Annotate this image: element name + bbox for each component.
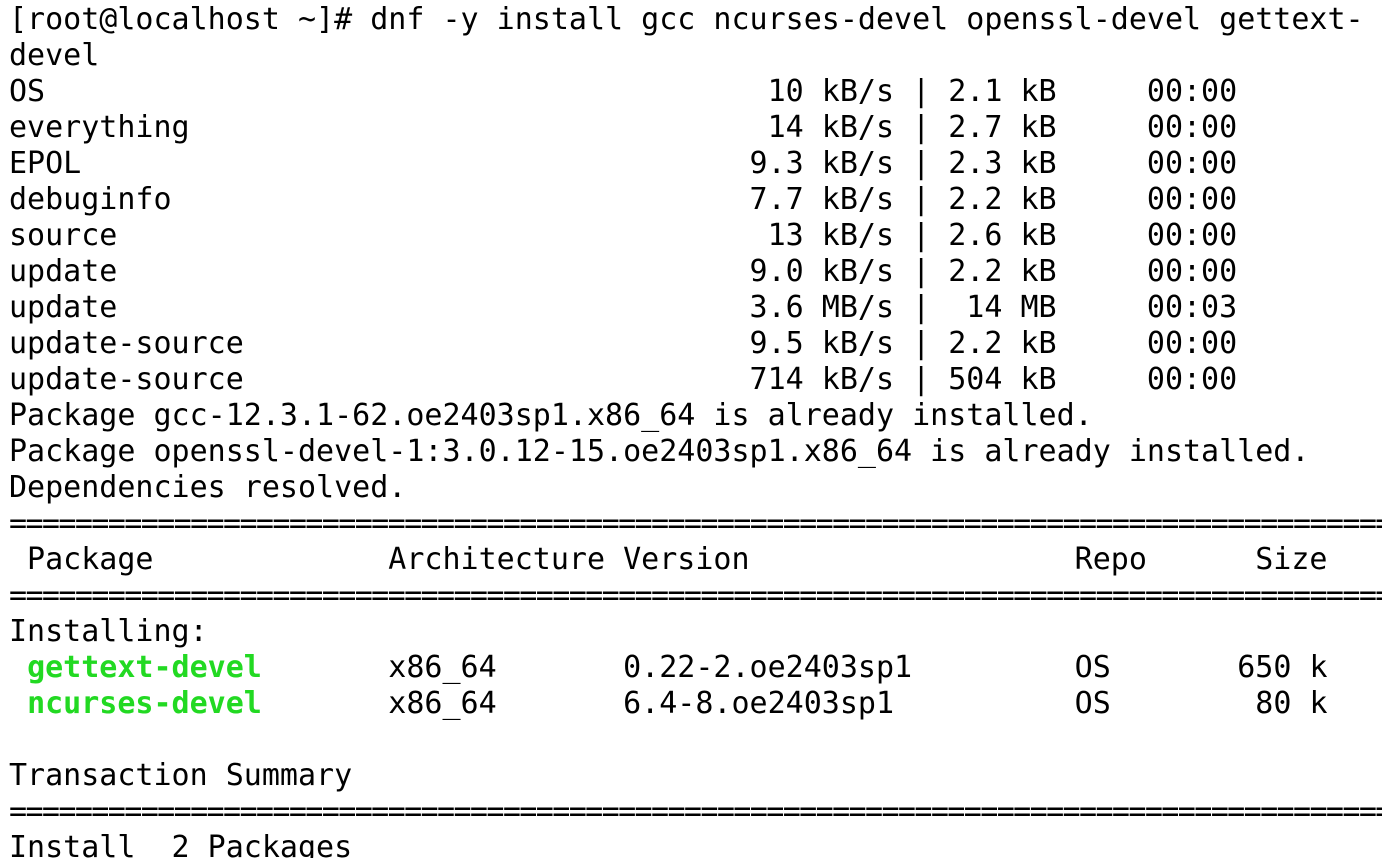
separator-line: ========================================… <box>9 578 1382 613</box>
package-name: ncurses-devel <box>27 686 262 721</box>
package-details: x86_64 0.22-2.oe2403sp1 OS 650 k <box>261 650 1328 685</box>
separator-line: ========================================… <box>9 794 1382 829</box>
repo-line: update-source 9.5 kB/s | 2.2 kB 00:00 <box>9 326 1238 361</box>
installing-label: Installing: <box>9 614 208 649</box>
repo-line: OS 10 kB/s | 2.1 kB 00:00 <box>9 74 1238 109</box>
terminal-window[interactable]: [root@localhost ~]# dnf -y install gcc n… <box>0 0 1382 858</box>
command-line: [root@localhost ~]# dnf -y install gcc n… <box>9 2 1382 38</box>
repo-line: update-source 714 kB/s | 504 kB 00:00 <box>9 362 1238 397</box>
repo-line: source 13 kB/s | 2.6 kB 00:00 <box>9 218 1238 253</box>
repo-line: EPOL 9.3 kB/s | 2.3 kB 00:00 <box>9 146 1238 181</box>
message-dependencies-resolved: Dependencies resolved. <box>9 470 407 505</box>
repo-line: update 9.0 kB/s | 2.2 kB 00:00 <box>9 254 1238 289</box>
command-line-wrap: devel <box>9 38 100 73</box>
separator-line: ========================================… <box>9 506 1382 541</box>
transaction-summary-label: Transaction Summary <box>9 758 353 793</box>
message-gcc-installed: Package gcc-12.3.1-62.oe2403sp1.x86_64 i… <box>9 398 1093 433</box>
table-header: Package Architecture Version Repo Size <box>9 542 1328 577</box>
package-details: x86_64 6.4-8.oe2403sp1 OS 80 k <box>261 686 1328 721</box>
repo-line: update 3.6 MB/s | 14 MB 00:03 <box>9 290 1238 325</box>
package-row: gettext-devel x86_64 0.22-2.oe2403sp1 OS… <box>9 650 1382 686</box>
message-openssl-installed: Package openssl-devel-1:3.0.12-15.oe2403… <box>9 434 1310 469</box>
install-count-line: Install 2 Packages <box>9 830 353 858</box>
terminal-output: [root@localhost ~]# dnf -y install gcc n… <box>9 2 1382 858</box>
command-text: dnf -y install gcc ncurses-devel openssl… <box>370 2 1364 37</box>
package-name: gettext-devel <box>27 650 262 685</box>
repo-line: everything 14 kB/s | 2.7 kB 00:00 <box>9 110 1238 145</box>
shell-prompt: [root@localhost ~]# <box>9 2 371 37</box>
repo-line: debuginfo 7.7 kB/s | 2.2 kB 00:00 <box>9 182 1238 217</box>
package-row: ncurses-devel x86_64 6.4-8.oe2403sp1 OS … <box>9 686 1382 722</box>
